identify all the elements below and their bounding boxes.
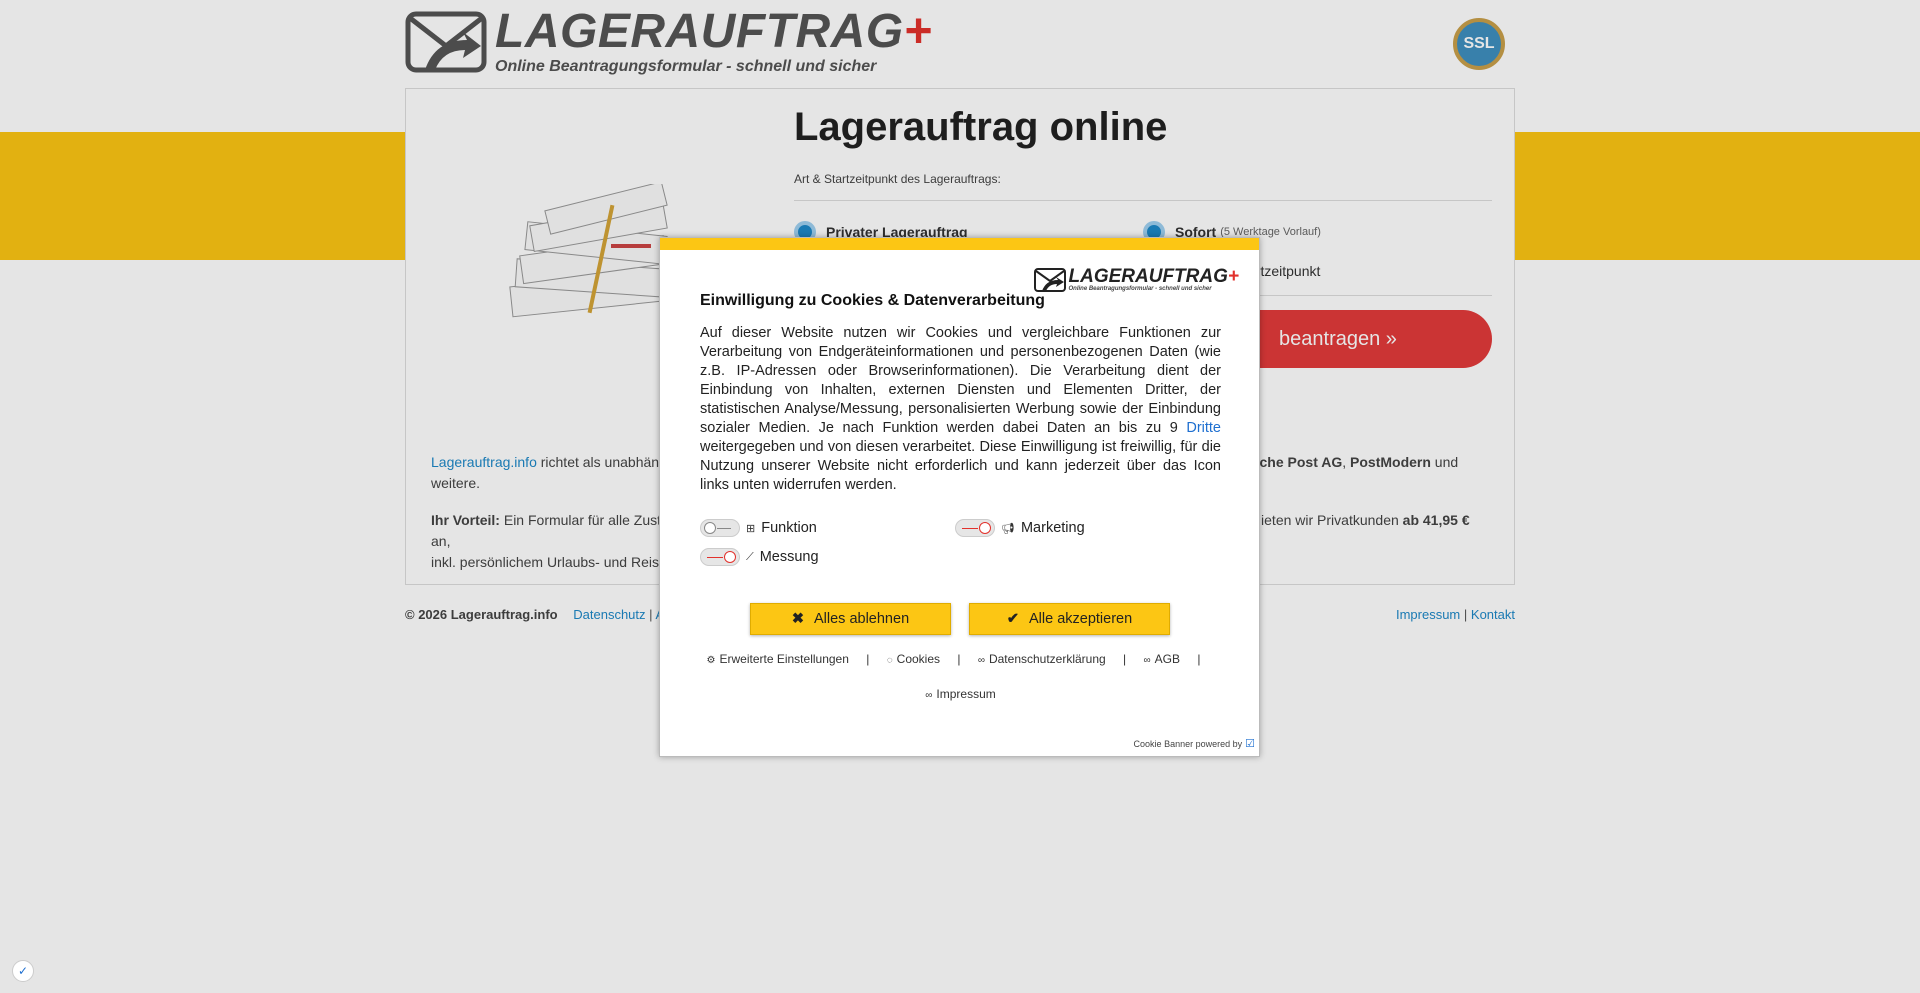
dialog-text: Auf dieser Website nutzen wir Cookies un… bbox=[700, 325, 1221, 493]
agb-link[interactable]: ∞ AGB bbox=[1144, 652, 1180, 666]
powered-by[interactable]: Cookie Banner powered by ☑ bbox=[1134, 737, 1255, 750]
chart-line-icon: ⟋ bbox=[746, 550, 754, 563]
toggle-switch-off[interactable] bbox=[955, 519, 995, 537]
dialog-links: ⚙ Erweiterte Einstellungen | ◌ Cookies | ∞… bbox=[706, 652, 1201, 666]
accept-all-button[interactable]: ✔ Alle akzeptieren bbox=[969, 603, 1170, 635]
close-icon: ✖ bbox=[791, 611, 804, 627]
toggle-label: Marketing bbox=[1020, 520, 1085, 536]
privacy-link[interactable]: ∞ Datenschutzerklärung bbox=[978, 652, 1106, 666]
toggle-funktion[interactable]: ⊞ Funktion bbox=[700, 519, 817, 537]
reject-all-button[interactable]: ✖ Alles ablehnen bbox=[750, 603, 951, 635]
toggle-label: Funktion bbox=[761, 520, 817, 536]
dialog-links-2: ∞ Impressum bbox=[660, 687, 1261, 701]
link-icon: ∞ bbox=[977, 655, 985, 666]
shield-check-icon: ☑ bbox=[1245, 738, 1255, 750]
advanced-settings-link[interactable]: ⚙ Erweiterte Einstellungen bbox=[707, 652, 849, 666]
toggle-label: Messung bbox=[759, 549, 819, 565]
grid-icon: ⊞ bbox=[746, 522, 756, 535]
check-icon: ✔ bbox=[1006, 611, 1019, 627]
gear-icon: ⚙ bbox=[706, 655, 716, 666]
cookie-consent-dialog: LAGERAUFTRAG+ Online Beantragungsformula… bbox=[659, 237, 1260, 757]
toggle-switch-on[interactable] bbox=[700, 519, 740, 537]
consent-settings-icon[interactable]: ✓ bbox=[12, 960, 34, 982]
toggle-switch-off[interactable] bbox=[700, 548, 740, 566]
modal-logo: LAGERAUFTRAG+ Online Beantragungsformula… bbox=[1033, 267, 1239, 292]
cookie-icon: ◌ bbox=[886, 655, 893, 666]
envelope-logo-icon bbox=[1033, 268, 1066, 292]
dialog-title: Einwilligung zu Cookies & Datenverarbeit… bbox=[700, 292, 1045, 309]
megaphone-icon: 📢︎ bbox=[1001, 522, 1015, 535]
modal-top-bar bbox=[660, 238, 1259, 250]
impressum-link[interactable]: ∞ Impressum bbox=[925, 687, 995, 701]
toggle-messung[interactable]: ⟋ Messung bbox=[700, 548, 819, 566]
toggle-marketing[interactable]: 📢︎ Marketing bbox=[955, 519, 1085, 537]
cookies-link[interactable]: ◌ Cookies bbox=[887, 652, 940, 666]
link-icon: ∞ bbox=[925, 690, 933, 701]
link-icon: ∞ bbox=[1143, 655, 1151, 666]
third-parties-link[interactable]: Dritte bbox=[1186, 420, 1221, 436]
